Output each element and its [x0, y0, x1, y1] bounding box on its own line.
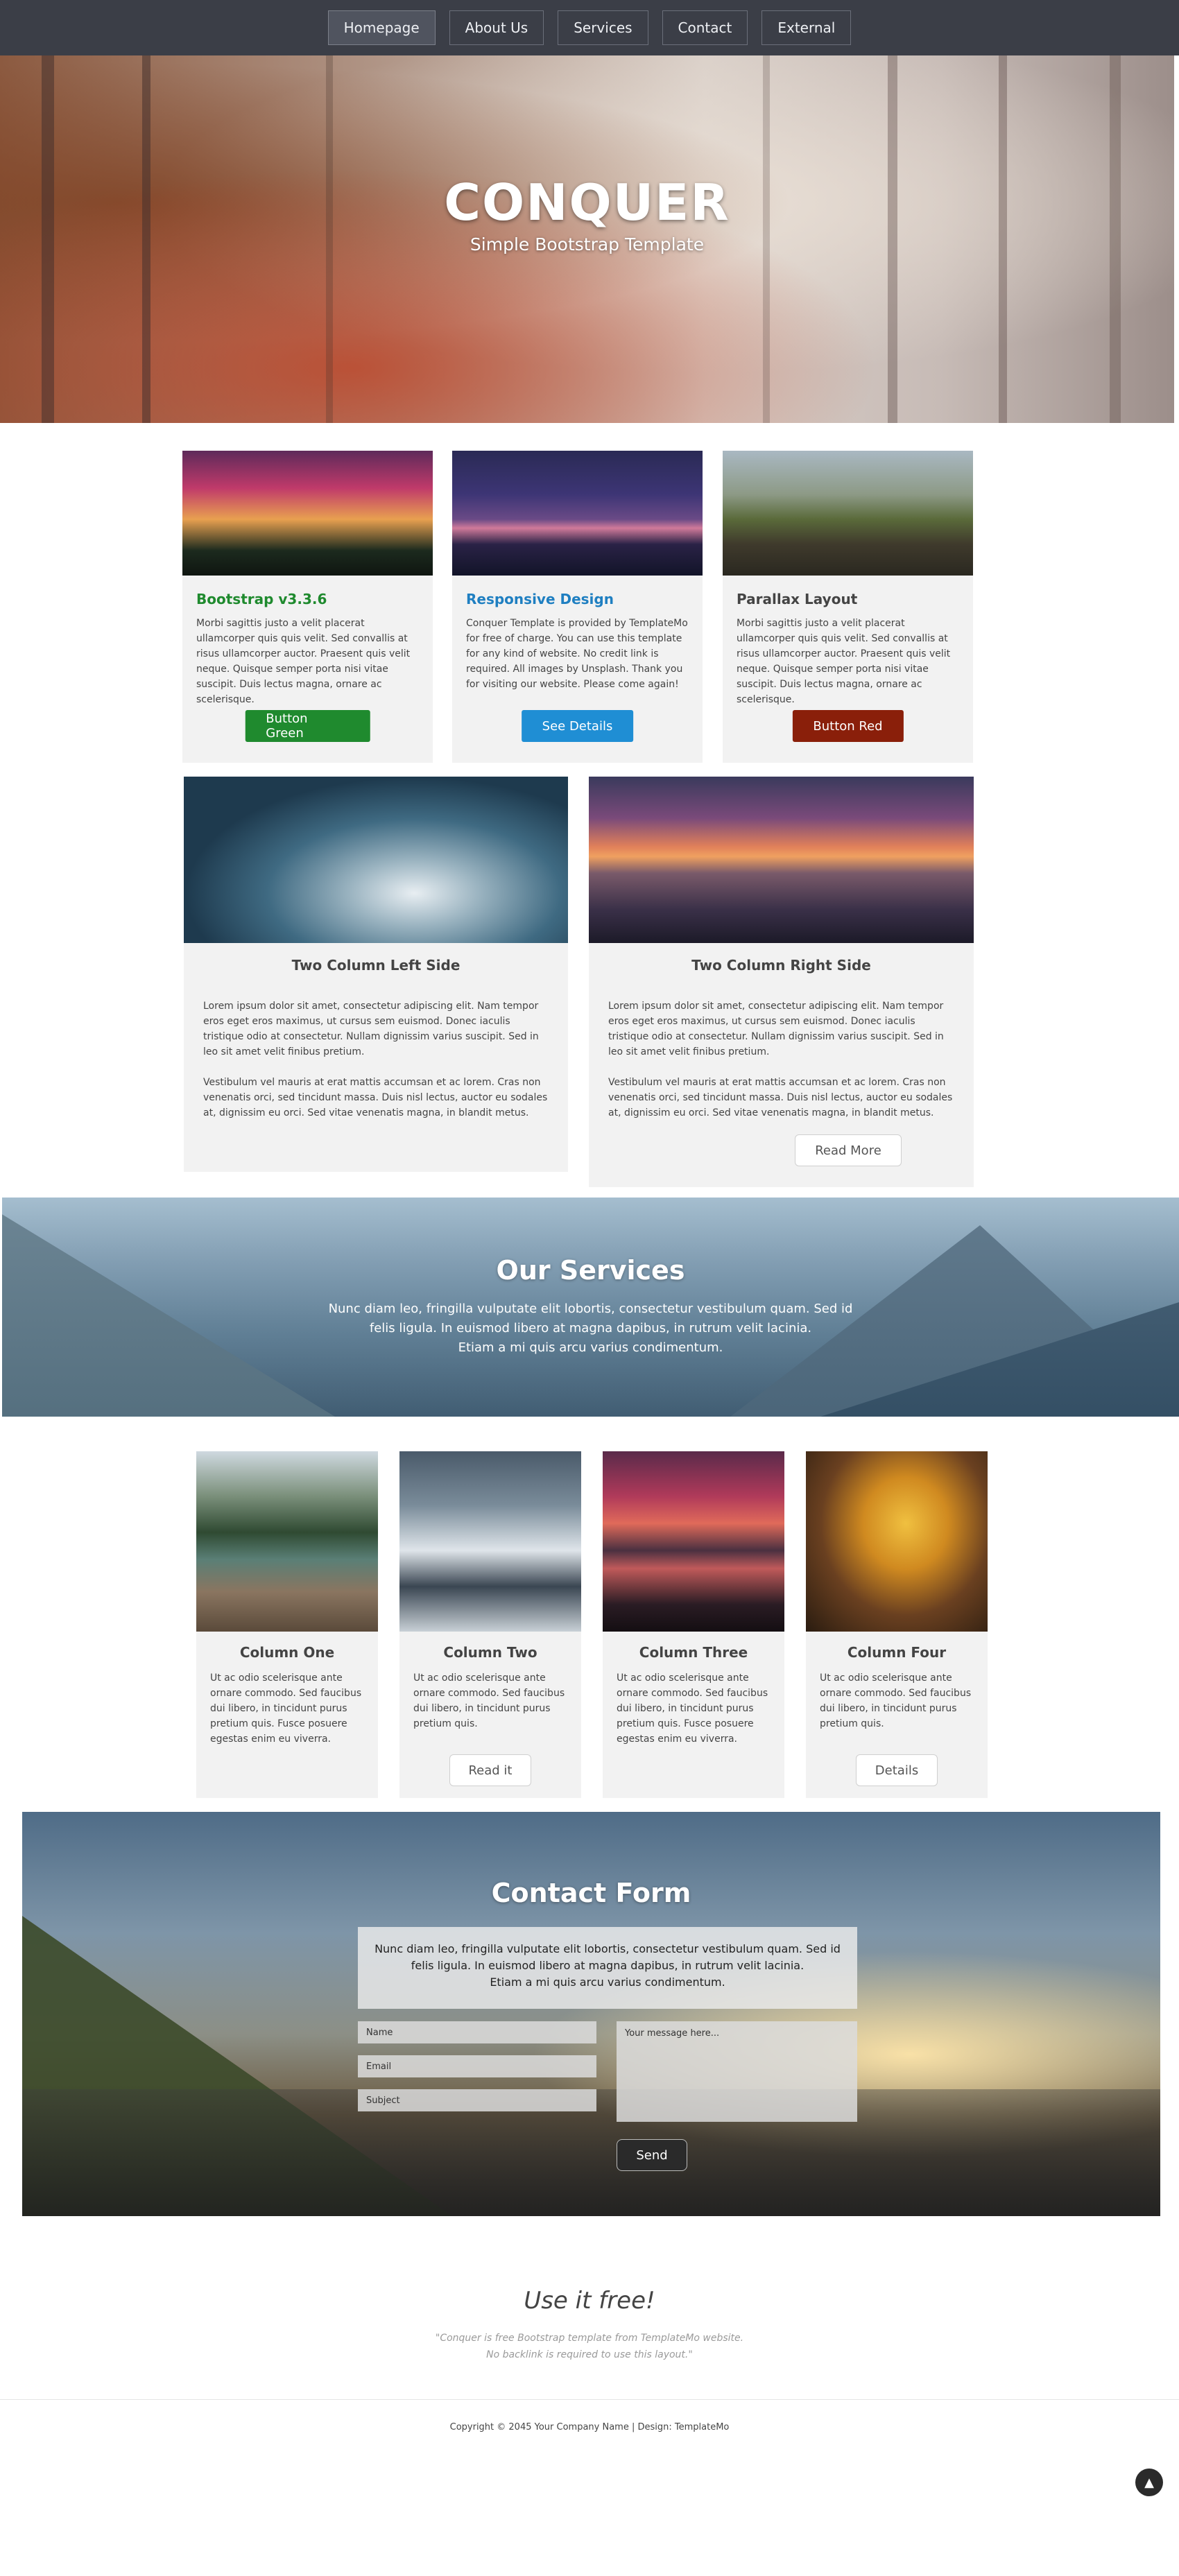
- read-more-button[interactable]: Read More: [795, 1134, 902, 1166]
- footer-quote-line-1: "Conquer is free Bootstrap template from…: [435, 2333, 744, 2344]
- services-banner: Our Services Nunc diam leo, fringilla vu…: [2, 1198, 1179, 1417]
- autumn-leaves-image: [806, 1451, 988, 1632]
- card-text: Morbi sagittis justo a velit placerat ul…: [196, 618, 411, 705]
- feature-card-bootstrap: Bootstrap v3.3.6 Morbi sagittis justo a …: [182, 451, 433, 763]
- railway-bridge-image: [723, 451, 973, 576]
- left-column-paragraph-2: Vestibulum vel mauris at erat mattis acc…: [203, 1077, 548, 1118]
- footer-divider: [0, 2399, 1179, 2400]
- card-title: Parallax Layout: [737, 591, 858, 607]
- services-line-3: Etiam a mi quis arcu varius condimentum.: [458, 1340, 723, 1355]
- contact-line-1: Nunc diam leo, fringilla vulputate elit …: [375, 1942, 841, 1955]
- feature-card-parallax: Parallax Layout Morbi sagittis justo a v…: [723, 451, 973, 763]
- card-title: Responsive Design: [466, 591, 614, 607]
- read-it-button[interactable]: Read it: [449, 1754, 531, 1786]
- details-button[interactable]: Details: [856, 1754, 938, 1786]
- column-one: Column One Ut ac odio scelerisque ante o…: [196, 1451, 378, 1798]
- see-details-button[interactable]: See Details: [521, 710, 634, 742]
- send-button[interactable]: Send: [617, 2139, 687, 2171]
- nav-contact[interactable]: Contact: [662, 10, 748, 45]
- footer-heading: Use it free!: [524, 2287, 655, 2315]
- footer-quote: "Conquer is free Bootstrap template from…: [0, 2330, 1179, 2363]
- contact-title: Contact Form: [491, 1878, 691, 1908]
- copyright-text: Copyright © 2045 Your Company Name | Des…: [449, 2422, 730, 2432]
- hero-title: CONQUER: [444, 173, 730, 232]
- column-title: Column Four: [847, 1644, 947, 1661]
- left-column-title: Two Column Left Side: [291, 957, 461, 974]
- subject-field[interactable]: [358, 2089, 596, 2111]
- column-title: Column Two: [443, 1644, 537, 1661]
- left-column-paragraph-1: Lorem ipsum dolor sit amet, consectetur …: [203, 1001, 539, 1057]
- name-field[interactable]: [358, 2021, 596, 2043]
- column-text: Ut ac odio scelerisque ante ornare commo…: [617, 1672, 768, 1745]
- contact-description: Nunc diam leo, fringilla vulputate elit …: [358, 1927, 857, 2009]
- column-two: Column Two Ut ac odio scelerisque ante o…: [399, 1451, 581, 1798]
- footer-quote-line-2: No backlink is required to use this layo…: [486, 2349, 693, 2360]
- contact-section: Contact Form Nunc diam leo, fringilla vu…: [22, 1812, 1160, 2216]
- column-text: Ut ac odio scelerisque ante ornare commo…: [820, 1672, 972, 1729]
- nav-external[interactable]: External: [761, 10, 852, 45]
- column-three: Column Three Ut ac odio scelerisque ante…: [603, 1451, 784, 1798]
- snowy-mountain-image: [399, 1451, 581, 1632]
- services-line-1: Nunc diam leo, fringilla vulputate elit …: [328, 1302, 853, 1316]
- message-field[interactable]: [617, 2021, 857, 2122]
- sunset-lake-image: [603, 1451, 784, 1632]
- ocean-sunset-image: [589, 777, 974, 943]
- column-text: Ut ac odio scelerisque ante ornare commo…: [413, 1672, 565, 1729]
- contact-line-2: felis ligula. In euismod libero at magna…: [411, 1959, 804, 1972]
- email-field[interactable]: [358, 2055, 596, 2077]
- two-column-left: Two Column Left Side Lorem ipsum dolor s…: [184, 777, 568, 1172]
- right-column-paragraph-1: Lorem ipsum dolor sit amet, consectetur …: [608, 1001, 944, 1057]
- hero-subtitle: Simple Bootstrap Template: [470, 234, 705, 254]
- back-to-top-icon[interactable]: ▲: [1135, 2469, 1163, 2496]
- services-line-2: felis ligula. In euismod libero at magna…: [369, 1321, 812, 1335]
- card-title: Bootstrap v3.3.6: [196, 591, 327, 607]
- nav-services[interactable]: Services: [558, 10, 648, 45]
- column-title: Column Three: [639, 1644, 748, 1661]
- services-title: Our Services: [496, 1255, 685, 1286]
- card-text: Morbi sagittis justo a velit placerat ul…: [737, 618, 951, 705]
- column-title: Column One: [239, 1644, 335, 1661]
- top-navbar: Homepage About Us Services Contact Exter…: [0, 0, 1179, 55]
- column-text: Ut ac odio scelerisque ante ornare commo…: [210, 1672, 362, 1745]
- aurora-pines-image: [182, 451, 433, 576]
- button-green[interactable]: Button Green: [245, 710, 370, 742]
- coffee-cup-image: [184, 777, 568, 943]
- lake-pier-image: [196, 1451, 378, 1632]
- city-bridge-image: [452, 451, 703, 576]
- right-column-title: Two Column Right Side: [691, 957, 871, 974]
- two-column-right: Two Column Right Side Lorem ipsum dolor …: [589, 777, 974, 1187]
- hero-banner: CONQUER Simple Bootstrap Template: [0, 55, 1174, 423]
- button-red[interactable]: Button Red: [792, 710, 904, 742]
- nav-about-us[interactable]: About Us: [449, 10, 544, 45]
- feature-card-responsive: Responsive Design Conquer Template is pr…: [452, 451, 703, 763]
- column-four: Column Four Ut ac odio scelerisque ante …: [806, 1451, 988, 1798]
- services-description: Nunc diam leo, fringilla vulputate elit …: [2, 1299, 1179, 1358]
- card-text: Conquer Template is provided by Template…: [466, 618, 688, 690]
- nav-homepage[interactable]: Homepage: [327, 10, 436, 45]
- contact-line-3: Etiam a mi quis arcu varius condimentum.: [490, 1976, 725, 1989]
- right-column-paragraph-2: Vestibulum vel mauris at erat mattis acc…: [608, 1077, 953, 1118]
